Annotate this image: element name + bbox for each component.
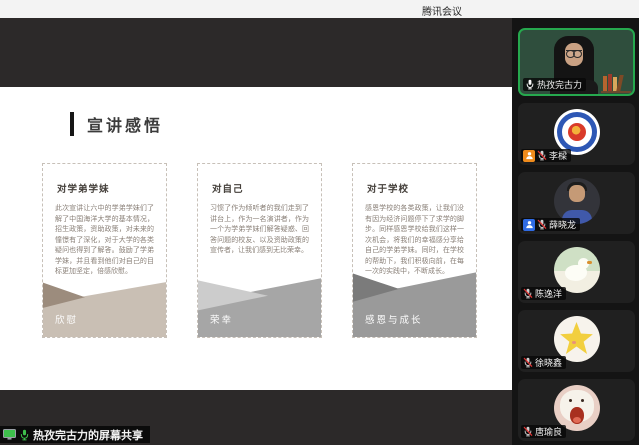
participant-tile-speaker[interactable]: 热孜完古力: [518, 28, 635, 96]
card-title: 对学弟学妹: [57, 181, 152, 195]
card-tag: 荣幸: [210, 312, 233, 326]
mic-muted-icon: [537, 219, 547, 230]
card-body: 此次宣讲让六中的学弟学妹们了解了中国海洋大学的基本情况，招生政策，资助政策，对未…: [55, 204, 154, 278]
card-title: 对于学校: [367, 181, 462, 195]
participant-nametag: 徐晓鑫: [521, 356, 566, 369]
presentation-slide: 宣讲感悟 对学弟学妹 此次宣讲让六中的学弟学妹们了解了中国海洋大学的基本情况，招…: [0, 87, 512, 390]
screen-share-status: 热孜完古力的屏幕共享: [0, 426, 150, 443]
participant-nametag: 陈逸洋: [521, 287, 566, 300]
participant-tile[interactable]: 徐晓鑫: [518, 310, 635, 372]
card-footer-graphic: [198, 277, 321, 337]
participant-name: 唐瑜良: [535, 425, 562, 438]
card-title: 对自己: [212, 181, 307, 195]
participant-name: 徐晓鑫: [535, 356, 562, 369]
participant-name: 热孜完古力: [537, 78, 582, 91]
mic-muted-icon: [523, 288, 533, 299]
reflection-cards: 对学弟学妹 此次宣讲让六中的学弟学妹们了解了中国海洋大学的基本情况，招生政策，资…: [42, 163, 477, 338]
mic-on-icon: [525, 79, 535, 90]
mic-muted-icon: [537, 150, 547, 161]
mic-muted-icon: [523, 426, 533, 437]
participant-tile[interactable]: 唐瑜良: [518, 379, 635, 441]
participant-name: 李樑: [549, 149, 567, 162]
heading-accent-bar: [70, 112, 74, 136]
participant-tile[interactable]: 陈逸洋: [518, 241, 635, 303]
slide-title: 宣讲感悟: [87, 112, 163, 136]
screen-share-icon: [3, 429, 16, 440]
slide-heading: 宣讲感悟: [70, 112, 163, 136]
card-tag: 感恩与成长: [365, 312, 423, 326]
participant-tile[interactable]: 李樑: [518, 103, 635, 165]
card-self: 对自己 习惯了作为倾听者的我们走到了讲台上，作为一名演讲者，作为一个为学弟学妹们…: [197, 163, 322, 338]
participant-tile[interactable]: 薛晓龙: [518, 172, 635, 234]
card-footer-graphic: [43, 281, 166, 337]
participant-nametag: 薛晓龙: [521, 218, 580, 231]
mic-on-icon: [19, 429, 30, 441]
mic-muted-icon: [523, 357, 533, 368]
card-juniors: 对学弟学妹 此次宣讲让六中的学弟学妹们了解了中国海洋大学的基本情况，招生政策，资…: [42, 163, 167, 338]
meeting-window: 腾讯会议 宣讲感悟 对学弟学妹 此次宣讲让六中的学弟学妹们了解了中国海洋大学的基…: [0, 0, 639, 445]
card-tag: 欣慰: [55, 312, 78, 326]
participant-nametag: 唐瑜良: [521, 425, 566, 438]
participant-nametag: 热孜完古力: [523, 78, 586, 91]
card-footer-graphic: [353, 271, 476, 337]
screen-share-view: 宣讲感悟 对学弟学妹 此次宣讲让六中的学弟学妹们了解了中国海洋大学的基本情况，招…: [0, 18, 512, 445]
card-body: 习惯了作为倾听者的我们走到了讲台上，作为一名演讲者，作为一个为学弟学妹们解答疑惑…: [210, 204, 309, 257]
card-body: 感恩学校的各类政策，让我们没有因为经济问题停下了求学的脚步。同样感恩学校给我们这…: [365, 204, 464, 278]
window-title: 腾讯会议: [422, 3, 462, 18]
window-titlebar: 腾讯会议: [0, 0, 639, 18]
screen-share-status-text: 热孜完古力的屏幕共享: [33, 427, 143, 443]
participant-name: 陈逸洋: [535, 287, 562, 300]
participant-nametag: 李樑: [521, 149, 571, 162]
participant-name: 薛晓龙: [549, 218, 576, 231]
cohost-badge-icon: [523, 219, 535, 231]
card-school: 对于学校 感恩学校的各类政策，让我们没有因为经济问题停下了求学的脚步。同样感恩学…: [352, 163, 477, 338]
host-badge-icon: [523, 150, 535, 162]
participants-sidebar[interactable]: 热孜完古力: [512, 18, 639, 445]
